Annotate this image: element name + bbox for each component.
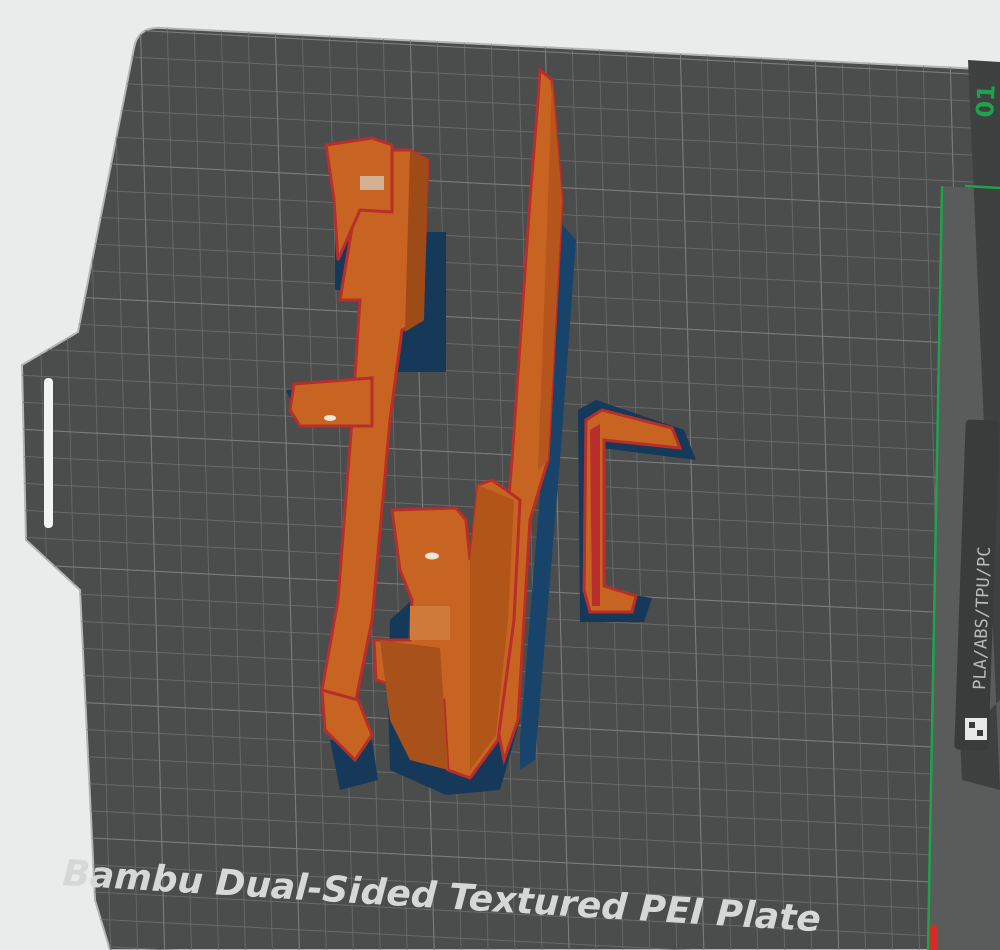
plate-handle-slot	[44, 378, 53, 528]
axis-origin-marker	[930, 925, 938, 950]
build-plate-viewport[interactable]: 01 PLA/ABS/TPU/PC Bambu Dual-Sided Textu…	[0, 0, 1000, 950]
qr-logo-icon	[965, 718, 987, 740]
plate-number: 01	[971, 83, 1000, 118]
plate-grid-major	[22, 27, 1000, 950]
build-plate[interactable]	[0, 0, 1000, 950]
